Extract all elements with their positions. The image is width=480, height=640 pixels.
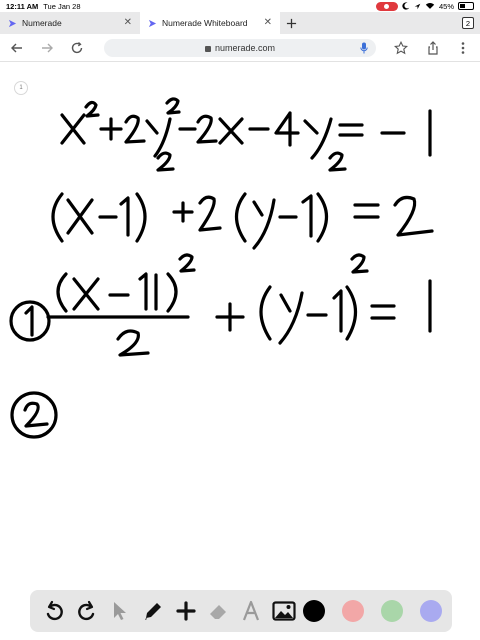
tab-title: Numerade xyxy=(22,18,62,28)
redo-button[interactable] xyxy=(73,597,101,625)
numerade-favicon-icon xyxy=(8,19,17,27)
status-indicators: 45% xyxy=(375,1,474,11)
color-swatch-red[interactable] xyxy=(342,600,365,622)
numerade-favicon-icon xyxy=(148,19,157,27)
color-swatch-black[interactable] xyxy=(303,600,326,622)
status-bar: 12:11 AM Tue Jan 28 45% xyxy=(0,0,480,12)
back-arrow-icon[interactable] xyxy=(10,41,24,55)
lock-icon xyxy=(204,46,211,52)
pointer-icon xyxy=(113,602,126,620)
close-icon[interactable]: ✕ xyxy=(264,18,272,28)
browser-toolbar: numerade.com xyxy=(0,34,480,62)
address-bar[interactable]: numerade.com xyxy=(104,39,376,57)
eraser-icon xyxy=(210,605,227,619)
image-tool-button[interactable] xyxy=(270,597,298,625)
tab-numerade[interactable]: Numerade ✕ xyxy=(0,12,140,34)
battery-icon xyxy=(458,2,474,10)
tab-switcher-button[interactable]: 2 xyxy=(462,17,474,29)
microphone-icon[interactable] xyxy=(360,42,368,54)
undo-icon xyxy=(46,600,63,621)
pen-icon xyxy=(144,603,161,620)
whiteboard-canvas[interactable]: 1 xyxy=(0,63,480,640)
ink-line-1 xyxy=(60,97,432,160)
tab-title: Numerade Whiteboard xyxy=(162,18,248,28)
ink-line-2 xyxy=(51,151,434,250)
ink-line-3 xyxy=(9,253,432,357)
redo-icon xyxy=(77,600,95,621)
text-icon xyxy=(243,600,260,621)
color-swatch-green[interactable] xyxy=(381,600,404,622)
add-icon xyxy=(175,601,196,621)
more-menu-icon[interactable] xyxy=(456,41,470,55)
pen-tool-button[interactable] xyxy=(139,597,167,625)
undo-button[interactable] xyxy=(40,597,68,625)
screen-recording-icon[interactable] xyxy=(375,1,398,11)
color-swatch-purple[interactable] xyxy=(420,600,442,622)
tab-bar: Numerade ✕ Numerade Whiteboard ✕ 2 xyxy=(0,12,480,34)
pointer-tool-button[interactable] xyxy=(106,597,134,625)
forward-arrow-icon[interactable] xyxy=(40,41,54,55)
wifi-icon xyxy=(425,2,435,9)
text-tool-button[interactable] xyxy=(237,597,265,625)
add-button[interactable] xyxy=(172,597,200,625)
reload-icon[interactable] xyxy=(70,41,84,55)
star-icon[interactable] xyxy=(394,41,408,55)
ink-step-2 xyxy=(10,391,58,439)
new-tab-button[interactable] xyxy=(280,12,302,34)
drawing-toolbar xyxy=(30,590,452,632)
handwritten-ink xyxy=(9,97,434,439)
tab-numerade-whiteboard[interactable]: Numerade Whiteboard ✕ xyxy=(140,12,280,34)
eraser-tool-button[interactable] xyxy=(205,597,233,625)
status-time: 12:11 AM xyxy=(6,1,39,11)
image-icon xyxy=(272,601,296,621)
plus-icon xyxy=(286,18,296,28)
location-icon xyxy=(414,3,421,9)
close-icon[interactable]: ✕ xyxy=(124,18,132,28)
moon-icon xyxy=(402,2,410,10)
battery-percent: 45% xyxy=(438,1,454,11)
status-date: Tue Jan 28 xyxy=(43,1,81,11)
share-icon[interactable] xyxy=(426,41,440,55)
address-url: numerade.com xyxy=(214,43,276,53)
